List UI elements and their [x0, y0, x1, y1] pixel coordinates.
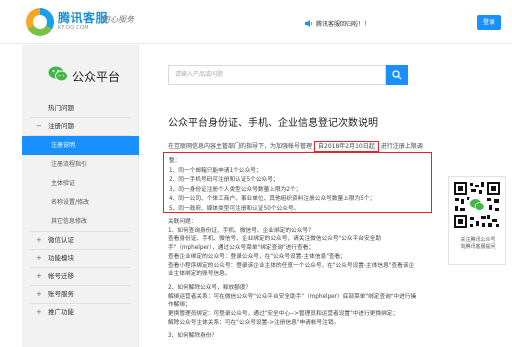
rule-item: 4、同一公司、个体工商户、事业单位、其他组织资料注册公众号数量上限为5个； — [169, 196, 376, 202]
body-line: 查看企业绑定的公众号：登录公众号，在"公众号设置-主体信息"查看； — [168, 253, 346, 260]
top-bar: 腾讯客服 KF.QQ.COM 用心服务 腾讯客服回归啦！！ 登录 — [0, 0, 512, 44]
body-line: 手"（mphelper），通过公众号菜单"绑定查询"进行查看； — [168, 245, 315, 252]
sidebar-item-label: 功能模块 — [48, 254, 74, 262]
sidebar-item-feature-modules[interactable]: + 功能模块 — [22, 250, 139, 267]
sidebar-nav: 热门问题 − 注册问题 注册说明 注册流程指引 主体验证 名称设置/修改 其它信… — [22, 100, 139, 321]
tencent-logo-icon[interactable] — [26, 8, 54, 36]
expand-icon: + — [36, 272, 42, 280]
logo-url: KF.QQ.COM — [58, 25, 89, 31]
question-heading: 2、如何解除公众号，释放额度？ — [168, 284, 252, 291]
section-heading: 关联问题： — [168, 219, 197, 225]
sidebar-item-label: 注册问题 — [48, 122, 74, 130]
sidebar-item-label: 账号服务 — [48, 290, 74, 298]
rules-highlight-box: 整： 1、同一个邮箱只能申请1个公众号； 2、同一手机号码可注册和认证5个公众号… — [163, 152, 432, 213]
expand-icon: + — [36, 236, 42, 244]
sidebar-item-hot-questions[interactable]: 热门问题 — [22, 100, 139, 117]
sidebar-item-wechat-certification[interactable]: + 微信认证 — [22, 232, 139, 249]
qr-caption-line: 关注腾讯公众号 — [460, 237, 496, 243]
slogan: 用心服务 — [102, 15, 134, 24]
search-button[interactable] — [386, 65, 408, 85]
body-line: 查看身份证、手机、微信号、企业绑定的公众号，请关注微信公众号"公众平台安全助 — [168, 236, 382, 243]
sidebar-item-account-services[interactable]: + 账号服务 — [22, 286, 139, 303]
body-line: 解除公众号主体关系：可在"公众号设置->注册信息"申请帐号注销。 — [168, 319, 340, 326]
expand-icon: + — [36, 290, 42, 298]
qr-caption: 关注腾讯公众号 向腾讯客服提问 — [451, 237, 505, 251]
notice-text: 腾讯客服回归啦！！ — [316, 21, 371, 28]
sidebar-item-account-migration[interactable]: + 帐号迁移 — [22, 268, 139, 285]
sidebar-item-label: 帐号迁移 — [48, 272, 74, 280]
speaker-icon — [305, 20, 313, 27]
collapse-icon: − — [36, 122, 42, 130]
body-line: 查看小程序绑定的公众号：登录该企业主体的任意一个公众号，在"公众号设置-主体信息… — [168, 262, 415, 269]
sidebar-subitem-other-info[interactable]: 其它信息修改 — [22, 212, 139, 231]
expand-icon: + — [36, 308, 42, 316]
search-icon — [392, 70, 402, 80]
intro-text-after: 进行注册上限调 — [380, 143, 423, 150]
sidebar-subitem-registration-notes[interactable]: 注册说明 — [22, 136, 139, 155]
qr-card: 关注腾讯公众号 向腾讯客服提问 — [448, 176, 506, 265]
wechat-icon — [48, 66, 68, 82]
sidebar-item-registration[interactable]: − 注册问题 — [22, 118, 139, 135]
sidebar-subitem-registration-guide[interactable]: 注册流程指引 — [22, 155, 139, 174]
article-body: 关联问题： 1、如何查询身份证、手机、微信号、企业绑定的公众号？ 查看身份证、手… — [168, 218, 468, 341]
sidebar-brand-label: 公众平台 — [72, 70, 121, 84]
search-input[interactable]: 请输入产品或问题 — [168, 65, 386, 85]
qr-code-icon — [453, 181, 501, 229]
body-line: 作解绑； — [168, 302, 191, 309]
sidebar: 公众平台 热门问题 − 注册问题 注册说明 注册流程指引 主体验证 名称设置/修… — [22, 45, 139, 347]
question-heading: 3、如何解除身份？ — [168, 333, 218, 340]
qr-caption-line: 向腾讯客服提问 — [460, 244, 496, 250]
rule-item: 1、同一个邮箱只能申请1个公众号； — [169, 167, 262, 174]
rule-item: 2、同一手机号码可注册和认证5个公众号； — [169, 177, 279, 183]
sidebar-subitem-entity-verification[interactable]: 主体验证 — [22, 174, 139, 193]
body-line: 业主体绑定的账号信息。 — [168, 271, 231, 278]
article-intro: 在互联网信息内容主管部门的指导下，为加强帐号管理 自2018年2月10日起 进行注册… — [168, 141, 423, 152]
notice-banner[interactable]: 腾讯客服回归啦！！ — [305, 19, 370, 28]
intro-text: 在互联网信息内容主管部门的指导下，为加强帐号管理 — [168, 143, 313, 150]
highlighted-date: 自2018年2月10日起 — [314, 141, 379, 152]
expand-icon: + — [36, 254, 42, 262]
sidebar-item-label: 推广功能 — [48, 308, 74, 316]
body-line: 解绑运营者关系：可在微信公众号"公众平台安全助手"（mphelper）底部菜单"… — [168, 293, 417, 300]
body-line: 更换管理员绑定：可登录公众号，通过"安全中心-->管理员和运营者设置"中进行更换… — [168, 311, 399, 318]
sidebar-item-label: 热门问题 — [48, 104, 74, 112]
rule-item: 3、同一身份证注册个人类型公众号数量上限为2个； — [169, 186, 302, 193]
rule-item: 5、同一政府、媒体类型可注册和认证50个公众号。 — [169, 205, 300, 212]
logo-text[interactable]: 腾讯客服 — [58, 9, 108, 26]
rule-intro: 整： — [169, 158, 181, 164]
sidebar-item-label: 微信认证 — [48, 236, 74, 244]
page-title: 公众平台身份证、手机、企业信息登记次数说明 — [168, 118, 378, 129]
login-button[interactable]: 登录 — [477, 15, 501, 30]
sidebar-subitem-name-settings[interactable]: 名称设置/修改 — [22, 193, 139, 212]
sidebar-item-promotion[interactable]: + 推广功能 — [22, 304, 139, 321]
question-heading: 1、如何查询身份证、手机、微信号、企业绑定的公众号？ — [168, 227, 314, 234]
